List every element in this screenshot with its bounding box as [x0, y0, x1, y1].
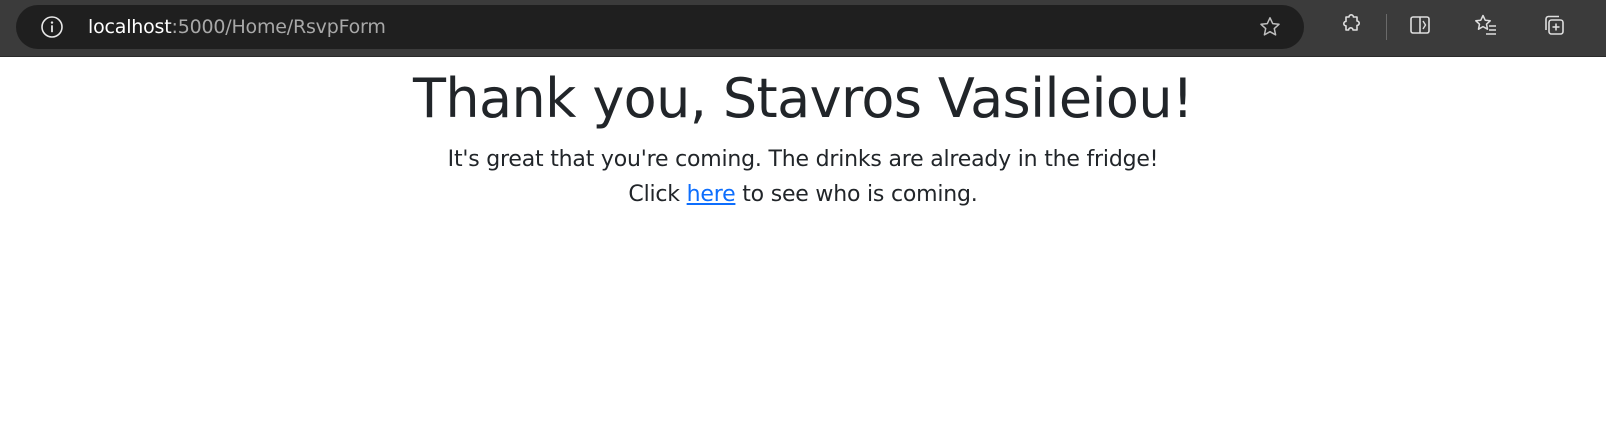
info-circle-icon[interactable] [40, 15, 64, 39]
see-attendees-line: Click here to see who is coming. [0, 179, 1606, 211]
puzzle-icon [1337, 12, 1363, 42]
attendees-link[interactable]: here [687, 182, 736, 207]
confirmation-message: It's great that you're coming. The drink… [447, 147, 1159, 172]
click-prefix: Click [628, 182, 687, 207]
url-text[interactable]: localhost:5000/Home/RsvpForm [88, 16, 386, 38]
toolbar-divider [1386, 14, 1387, 40]
page-title: Thank you, Stavros Vasileiou! [412, 67, 1194, 130]
favorites-list-icon [1473, 12, 1499, 42]
address-bar[interactable]: localhost:5000/Home/RsvpForm [16, 5, 1304, 49]
star-icon[interactable] [1258, 15, 1282, 39]
page-content: Thank you, Stavros Vasileiou! It's great… [0, 57, 1606, 430]
click-suffix: to see who is coming. [735, 182, 978, 207]
browser-toolbar: localhost:5000/Home/RsvpForm [0, 0, 1606, 57]
url-path: :5000/Home/RsvpForm [171, 16, 386, 38]
split-screen-button[interactable] [1404, 11, 1436, 43]
collections-button[interactable] [1538, 11, 1570, 43]
collections-icon [1541, 12, 1567, 42]
split-screen-icon [1407, 12, 1433, 42]
favorites-button[interactable] [1470, 11, 1502, 43]
extensions-button[interactable] [1334, 11, 1366, 43]
url-host: localhost [88, 16, 172, 38]
